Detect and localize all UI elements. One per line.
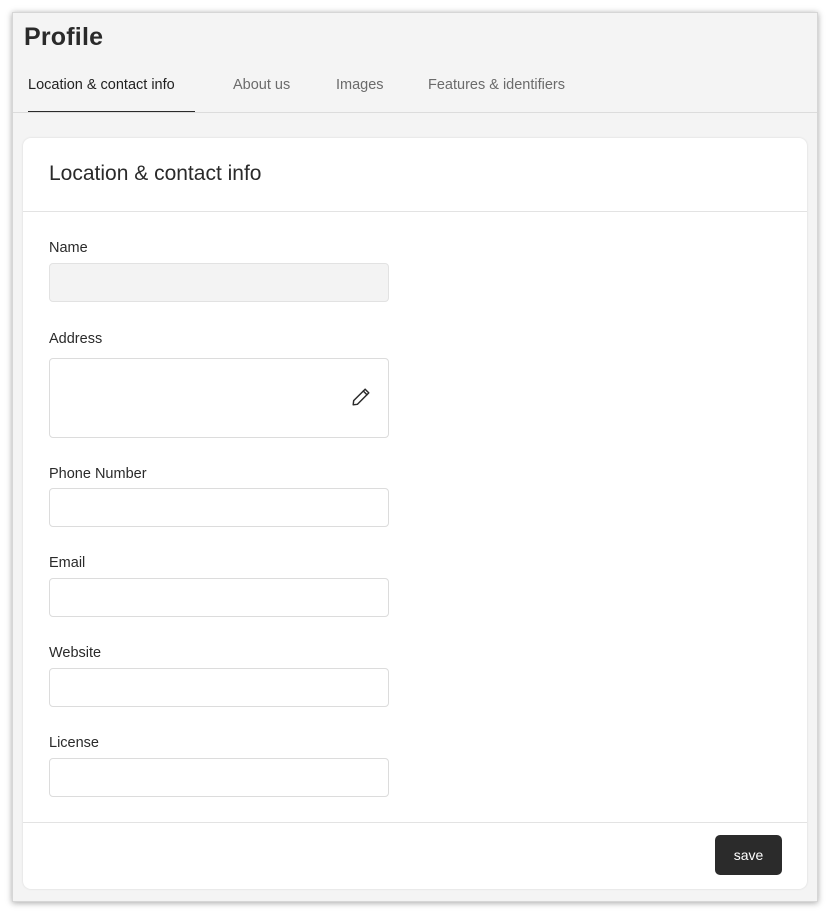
card-title: Location & contact info: [49, 162, 262, 185]
phone-field[interactable]: [49, 488, 389, 527]
card-footer: save: [23, 822, 807, 889]
page-title: Profile: [24, 23, 104, 51]
location-contact-card: Location & contact info Name Address Pho…: [23, 138, 807, 889]
save-button[interactable]: save: [715, 835, 782, 875]
tab-bar: Location & contact info About us Images …: [23, 69, 588, 113]
tab-features-identifiers[interactable]: Features & identifiers: [428, 69, 588, 113]
pencil-icon[interactable]: [350, 386, 372, 408]
tab-label: About us: [233, 77, 291, 93]
email-label: Email: [49, 555, 86, 571]
tab-label: Images: [336, 77, 384, 93]
address-field[interactable]: [49, 358, 389, 438]
phone-label: Phone Number: [49, 466, 147, 482]
tab-location-contact-info[interactable]: Location & contact info: [28, 69, 195, 113]
website-field[interactable]: [49, 668, 389, 707]
name-field[interactable]: [49, 263, 389, 302]
tab-about-us[interactable]: About us: [233, 69, 295, 113]
tab-divider: [13, 112, 817, 113]
license-label: License: [49, 735, 99, 751]
address-label: Address: [49, 331, 103, 347]
website-label: Website: [49, 645, 102, 661]
email-field[interactable]: [49, 578, 389, 617]
name-label: Name: [49, 240, 88, 256]
license-field[interactable]: [49, 758, 389, 797]
card-header: Location & contact info: [23, 138, 807, 212]
tab-label: Location & contact info: [28, 77, 175, 93]
tab-images[interactable]: Images: [336, 69, 388, 113]
profile-window: Profile Location & contact info About us…: [12, 12, 818, 902]
tab-label: Features & identifiers: [428, 77, 566, 93]
